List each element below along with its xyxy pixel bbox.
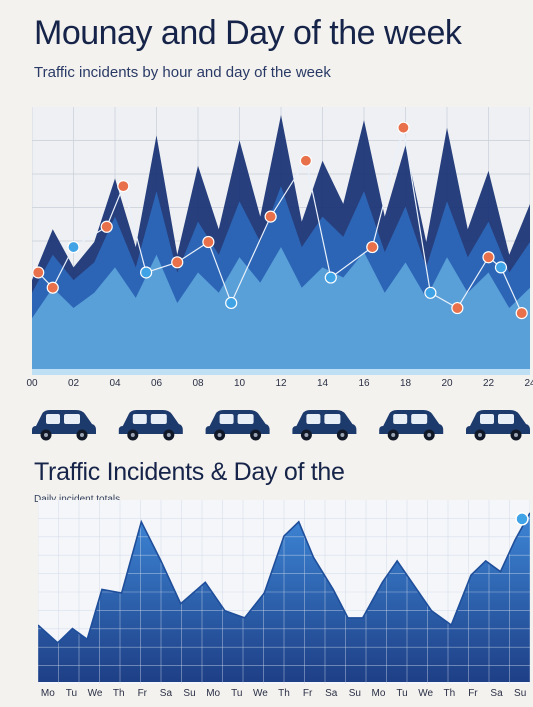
end-point-marker [515,512,529,526]
x-tick-label: Sa [159,688,173,699]
data-point-marker [482,251,495,264]
x-tick-label: 24 [524,378,533,389]
data-point-marker [366,240,379,254]
data-point-marker [67,240,80,254]
data-point-marker [100,220,113,233]
x-tick-label: We [252,688,268,699]
car-icon [32,410,96,441]
x-tick-label: Fr [468,688,478,699]
car-icon [379,410,444,441]
car-icon [118,410,183,441]
x-tick-label: 16 [358,378,370,389]
data-point-marker [225,296,238,310]
chart1-baseline [32,369,530,375]
car-row [32,410,530,441]
x-tick-label: We [418,688,434,699]
x-tick-label: Tu [65,688,78,699]
car-icon [292,410,357,441]
x-tick-label: 08 [192,378,204,389]
x-tick-label: 22 [482,378,495,389]
chart2-title: Traffic Incidents & Day of the [34,458,345,486]
data-point-marker [171,256,184,269]
x-tick-label: Mo [206,688,221,699]
x-tick-label: Su [348,688,361,699]
data-point-marker [32,266,45,279]
x-tick-label: 18 [399,378,412,389]
x-tick-label: Sa [490,688,503,699]
data-point-marker [397,121,410,134]
data-point-marker [324,271,337,284]
x-tick-label: Th [112,688,125,699]
x-tick-label: Mo [40,688,55,699]
page-subtitle: Traffic incidents by hour and day of the… [34,64,331,81]
data-point-marker [264,210,277,223]
x-tick-label: Fr [137,688,148,699]
x-tick-label: 02 [67,378,80,389]
x-tick-label: Sa [325,688,338,699]
x-tick-label: Mo [371,688,386,699]
data-point-marker [46,281,59,294]
page-title: Mounay and Day of the week [34,14,462,52]
x-tick-label: Tu [396,688,408,699]
x-tick-label: 10 [233,378,246,389]
data-point-marker [424,286,437,299]
hourly-peaks-chart [32,107,530,375]
x-tick-label: 12 [275,378,287,389]
x-axis-hours: 00 02 04 06 08 10 12 14 16 18 20 22 24 [26,378,533,394]
x-tick-label: Su [183,688,196,699]
data-point-marker [494,261,508,274]
data-point-marker [515,307,528,320]
data-point-marker [451,301,464,315]
x-tick-label: Th [278,688,290,699]
x-axis-days: Mo Tu We Th Fr Sa Su Mo Tu We Th Fr Sa Su Mo Tu We Th Fr Sa… [38,688,530,702]
x-tick-label: 04 [109,378,121,389]
data-point-marker [117,180,130,193]
x-tick-label: Fr [302,688,313,699]
x-tick-label: 20 [441,378,453,389]
data-point-marker [140,266,153,279]
data-point-marker [299,154,312,167]
x-tick-label: 06 [150,378,163,389]
car-icon [205,410,270,441]
x-tick-label: 14 [316,378,329,389]
x-tick-label: Su [514,688,527,699]
x-tick-label: Tu [231,688,243,699]
x-tick-label: Th [443,688,456,699]
car-icon [466,410,530,441]
data-point-marker [202,235,215,249]
x-tick-label: We [87,688,103,699]
x-tick-label: 00 [26,378,38,389]
daily-incidents-chart [38,500,530,684]
